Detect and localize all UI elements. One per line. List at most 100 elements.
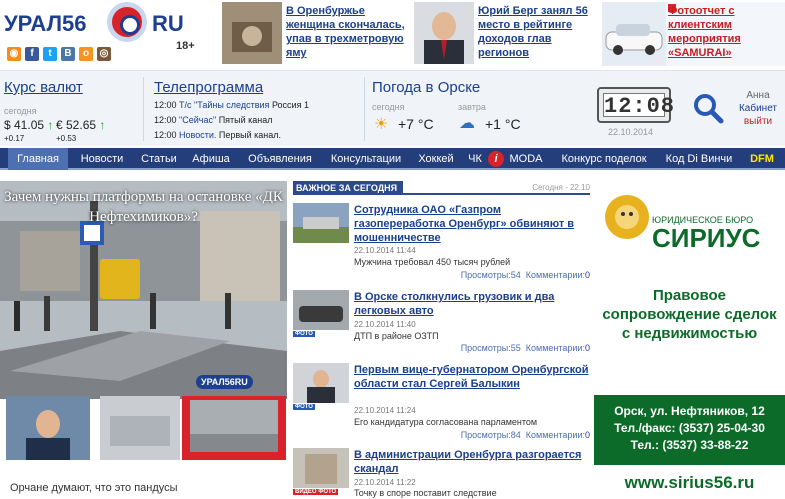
- tv-row: 12:00 Новости. Первый канал.: [154, 130, 282, 140]
- ad-brand-name: СИРИУС: [652, 223, 761, 253]
- news-title[interactable]: В Орске столкнулись грузовик и два легко…: [354, 290, 590, 318]
- eur-rate: € 52.65 ↑: [56, 118, 106, 132]
- featured-caption[interactable]: Орчане думают, что это пандусы: [10, 482, 178, 494]
- nav-item-consult[interactable]: Консультации: [324, 148, 408, 170]
- nav-item-afisha[interactable]: Афиша: [186, 148, 236, 170]
- ad-site[interactable]: www.sirius56.ru: [594, 473, 785, 493]
- twitter-icon[interactable]: t: [43, 47, 57, 61]
- samurai-promo[interactable]: Фотоотчет с клиентским мероприятия «SAMU…: [602, 2, 785, 66]
- thumbnail-1[interactable]: [6, 396, 90, 460]
- top-news-title[interactable]: В Оренбуржье женщина скончалась, упав в …: [286, 4, 406, 60]
- news-stats: Просмотры:55 Комментарии:0: [460, 343, 590, 353]
- section-title: ВАЖНОЕ ЗА СЕГОДНЯ: [293, 181, 404, 195]
- photo-watermark: УРАЛ56RU: [196, 375, 253, 389]
- ad-address: Орск, ул. Нефтяников, 12: [614, 404, 765, 418]
- odnoklassniki-icon[interactable]: о: [79, 47, 93, 61]
- sun-cloud-icon: ☀: [374, 116, 389, 133]
- clock-time: 12:08: [603, 93, 676, 119]
- nav-item-news[interactable]: Новости: [72, 148, 132, 170]
- nav-item-ads[interactable]: Объявления: [240, 148, 320, 170]
- ad-phone-fax: Тел./факс: (3537) 25-04-30: [614, 421, 765, 435]
- news-title[interactable]: Первым вице-губернатором Оренбургской об…: [354, 363, 590, 391]
- sirius-ad-banner[interactable]: ЮРИДИЧЕСКОЕ БЮРО СИРИУС Правовое сопрово…: [594, 181, 785, 499]
- comments-link[interactable]: 0: [585, 270, 590, 280]
- news-date: 22.10.2014 11:40: [354, 320, 416, 329]
- nav-item-hockey[interactable]: Хоккей: [412, 148, 460, 170]
- photo-badge: ФОТО: [293, 331, 315, 337]
- tv-show-link[interactable]: Т/с "Тайны следствия: [179, 100, 269, 110]
- weather-tomorrow-temp: +1 °C: [485, 116, 521, 132]
- weather-today-label: сегодня: [372, 102, 405, 112]
- main-nav: Главная Новости Статьи Афиша Объявления …: [0, 148, 785, 170]
- top-news-item[interactable]: В Оренбуржье женщина скончалась, упав в …: [222, 2, 407, 66]
- weather-today-temp: +7 °C: [398, 116, 434, 132]
- tv-row: 12:00 Т/с "Тайны следствия Россия 1: [154, 100, 309, 110]
- news-item[interactable]: ФОТО В Орске столкнулись грузовик и два …: [293, 290, 590, 355]
- nav-item-home[interactable]: Главная: [8, 148, 68, 170]
- tv-list: 12:00 Т/с "Тайны следствия Россия 1 12:0…: [154, 98, 309, 143]
- comments-link[interactable]: 0: [585, 430, 590, 440]
- news-summary: ДТП в районе ОЗТП: [354, 331, 439, 341]
- top-news-title[interactable]: Юрий Берг занял 56 место в рейтинге дохо…: [478, 4, 596, 60]
- divider: [364, 77, 365, 141]
- nav-item-chk[interactable]: ЧК: [464, 148, 486, 170]
- ad-slogan: Правовое сопровождение сделок с недвижим…: [602, 287, 777, 342]
- nav-item-dfm[interactable]: DFM: [744, 148, 780, 170]
- weather-city-link[interactable]: Орске: [438, 79, 481, 96]
- news-photo: [293, 448, 349, 488]
- news-summary: Мужчина требовал 450 тысяч рублей: [354, 257, 511, 267]
- photo-badge: ФОТО: [293, 404, 315, 410]
- facebook-icon[interactable]: f: [25, 47, 39, 61]
- news-date: 22.10.2014 11:44: [354, 246, 416, 255]
- news-date: 22.10.2014 11:24: [354, 406, 416, 415]
- user-name: Анна: [746, 90, 770, 101]
- ad-contacts: Орск, ул. Нефтяников, 12 Тел./факс: (353…: [594, 395, 785, 465]
- news-photo: [293, 203, 349, 243]
- news-item[interactable]: ВИДЕО ФОТО В администрации Оренбурга раз…: [293, 448, 590, 499]
- lion-logo-icon: [605, 195, 649, 239]
- eur-change: +0.53: [56, 134, 77, 143]
- featured-title[interactable]: Зачем нужны платформы на остановке «ДК Н…: [0, 187, 287, 227]
- news-summary: Его кандидатура согласована парламентом: [354, 417, 538, 427]
- featured-story[interactable]: Зачем нужны платформы на остановке «ДК Н…: [0, 181, 287, 399]
- tv-title[interactable]: Телепрограмма: [154, 79, 263, 96]
- tv-show-link[interactable]: Новости.: [179, 130, 216, 140]
- nav-item-contest[interactable]: Конкурс поделок: [556, 148, 652, 170]
- cabinet-link[interactable]: Кабинет: [739, 103, 777, 114]
- top-news-item[interactable]: Юрий Берг занял 56 место в рейтинге дохо…: [414, 2, 599, 66]
- thumbnail-3-selected[interactable]: [182, 396, 286, 460]
- nav-item-davinci[interactable]: Код Di Винчи: [660, 148, 738, 170]
- logout-link[interactable]: выйти: [744, 116, 772, 127]
- rss-icon[interactable]: ◉: [7, 47, 21, 61]
- logo-text-left: УРАЛ56: [4, 11, 87, 36]
- comments-link[interactable]: 0: [585, 343, 590, 353]
- news-photo: [293, 363, 349, 403]
- search-icon[interactable]: [692, 92, 724, 124]
- thumbnail-2[interactable]: [100, 396, 180, 460]
- news-date: 22.10.2014 11:22: [354, 478, 416, 487]
- news-title[interactable]: Сотрудника ОАО «Газпром газопереработка …: [354, 203, 590, 245]
- age-rating: 18+: [176, 40, 195, 52]
- section-header: ВАЖНОЕ ЗА СЕГОДНЯ Сегодня - 22.10: [293, 181, 590, 195]
- news-summary: Точку в споре поставит следствие: [354, 488, 497, 498]
- news-photo: [293, 290, 349, 330]
- currency-title[interactable]: Курс валют: [4, 79, 83, 96]
- top-news-photo: [414, 2, 474, 64]
- news-item[interactable]: Сотрудника ОАО «Газпром газопереработка …: [293, 203, 590, 283]
- weather-tomorrow-label: завтра: [458, 102, 486, 112]
- nav-item-moda[interactable]: MODA: [506, 148, 546, 170]
- nav-item-articles[interactable]: Статьи: [134, 148, 184, 170]
- news-stats: Просмотры:54 Комментарии:0: [460, 270, 590, 280]
- weather-link[interactable]: Погода: [372, 79, 421, 96]
- instagram-icon[interactable]: ◎: [97, 47, 111, 61]
- logo-target-icon: [107, 2, 147, 42]
- tv-show-link[interactable]: "Сейчас": [179, 115, 216, 125]
- vkontakte-icon[interactable]: В: [61, 47, 75, 61]
- samurai-title[interactable]: Фотоотчет с клиентским мероприятия «SAMU…: [668, 4, 780, 60]
- up-arrow-icon: ↑: [99, 118, 106, 132]
- up-arrow-icon: ↑: [47, 118, 54, 132]
- news-item[interactable]: ФОТО Первым вице-губернатором Оренбургск…: [293, 363, 590, 443]
- currency-today-label: сегодня: [4, 106, 37, 116]
- news-title[interactable]: В администрации Оренбурга разгорается ск…: [354, 448, 590, 476]
- divider: [143, 77, 144, 141]
